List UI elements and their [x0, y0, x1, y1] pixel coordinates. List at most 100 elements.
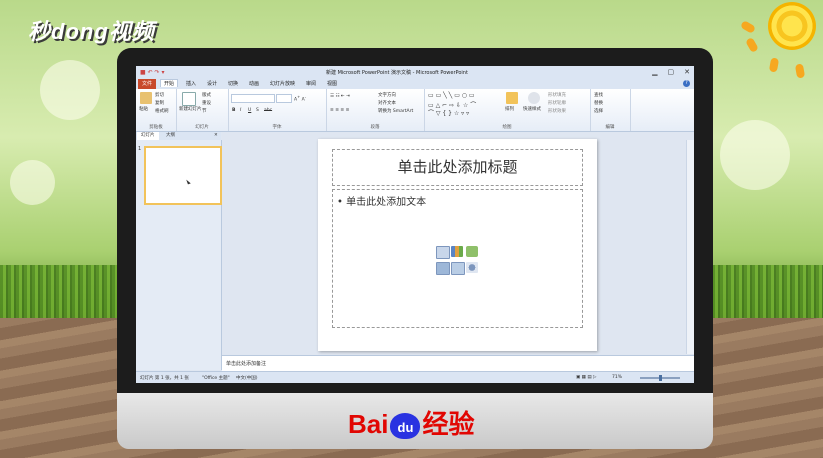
title-placeholder[interactable]: 单击此处添加标题	[332, 149, 583, 186]
shape-fill-button[interactable]: 形状填充	[548, 92, 566, 98]
layout-button[interactable]: 版式	[202, 92, 211, 98]
vertical-scrollbar[interactable]	[686, 140, 694, 354]
group-label: 段落	[370, 125, 380, 130]
help-icon[interactable]: ?	[683, 80, 690, 87]
minimize-button[interactable]: ▁	[652, 68, 657, 76]
status-bar: 幻灯片 第 1 张，共 1 张 "Office 主题" 中文(中国) ▣ ▦ ▤…	[136, 371, 694, 383]
group-label: 绘图	[502, 125, 512, 130]
select-button[interactable]: 选择	[594, 108, 603, 114]
tab-animations[interactable]: 动画	[249, 80, 259, 87]
baidu-logo-jingyan: 经验	[422, 409, 475, 439]
slide-editor: 单击此处添加标题 • 单击此处添加文本	[222, 132, 694, 355]
insert-clipart-icon[interactable]	[451, 262, 465, 275]
watermark-logo: 秒dong视频	[28, 19, 155, 44]
shape-outline-button[interactable]: 形状轮廓	[548, 100, 566, 106]
sun-ray	[745, 36, 759, 54]
view-buttons[interactable]: ▣ ▦ ▤ ▷	[576, 375, 597, 380]
shapes-gallery[interactable]: ▭ ▭ ╲ ╲ ▭ ○ ▭	[428, 92, 475, 99]
body-placeholder-text: • 单击此处添加文本	[337, 197, 427, 208]
italic-button[interactable]: I	[240, 108, 241, 113]
maximize-button[interactable]: ▢	[668, 68, 675, 76]
copy-button[interactable]: 复制	[155, 100, 164, 106]
slides-pane: 1	[136, 140, 222, 370]
tab-home[interactable]: 开始	[160, 79, 179, 87]
tab-insert[interactable]: 插入	[186, 80, 196, 87]
tab-slides-pane[interactable]: 幻灯片	[137, 132, 159, 140]
close-pane-icon[interactable]: ✕	[214, 133, 218, 138]
strikethrough-button[interactable]: abc	[264, 108, 272, 113]
quick-access-toolbar[interactable]: ■ ↶ ↷ ▾	[140, 69, 164, 76]
font-name-select[interactable]	[231, 94, 275, 103]
sun-icon	[768, 2, 816, 50]
zoom-slider-handle[interactable]	[659, 375, 662, 381]
close-button[interactable]: ✕	[684, 68, 690, 76]
tab-transitions[interactable]: 切换	[228, 80, 238, 87]
notes-placeholder: 单击此处添加备注	[226, 361, 267, 367]
cut-button[interactable]: 剪切	[155, 92, 164, 98]
notes-pane[interactable]: 单击此处添加备注	[222, 355, 694, 372]
quick-styles-button[interactable]: 快速样式	[523, 106, 541, 112]
bold-button[interactable]: B	[232, 108, 235, 113]
background-bokeh	[720, 120, 790, 190]
shape-effects-button[interactable]: 形状效果	[548, 108, 566, 114]
group-label: 字体	[272, 125, 282, 130]
insert-smartart-icon[interactable]	[466, 246, 478, 257]
zoom-level[interactable]: 71%	[612, 375, 622, 380]
bullets-button[interactable]: ☰ ☷ ⇤ ⇥	[330, 94, 350, 99]
group-label: 编辑	[605, 125, 615, 130]
group-slides: 新建幻灯片 版式 重设 节 幻灯片	[176, 89, 229, 131]
language-status: 中文(中国)	[236, 376, 258, 381]
tab-slideshow[interactable]: 幻灯片放映	[270, 80, 295, 87]
tab-outline-pane[interactable]: 大纲	[162, 132, 179, 140]
arrange-icon	[506, 92, 518, 104]
insert-picture-icon[interactable]	[436, 262, 450, 275]
insert-table-icon[interactable]	[436, 246, 450, 259]
smartart-button[interactable]: 转换为 SmartArt	[378, 108, 413, 114]
shapes-gallery-row3[interactable]: ⌒ ▽ { } ☆ ▿ ▿	[428, 108, 469, 117]
group-drawing: ▭ ▭ ╲ ╲ ▭ ○ ▭ ▭ △ ⌐ ⇨ ⇩ ☆ ⌒ ⌒ ▽ { } ☆ ▿ …	[424, 89, 591, 131]
pane-tabs: 幻灯片 大纲 ✕	[136, 132, 221, 140]
powerpoint-window: ■ ↶ ↷ ▾ 新建 Microsoft PowerPoint 演示文稿 - M…	[136, 66, 694, 383]
tab-design[interactable]: 设计	[207, 80, 217, 87]
theme-status: "Office 主题"	[202, 376, 230, 381]
ribbon-tabs: 开始 插入 设计 切换 动画 幻灯片放映 审阅 视图	[136, 79, 694, 89]
insert-media-icon[interactable]	[466, 262, 478, 273]
format-painter-button[interactable]: 格式刷	[155, 108, 169, 114]
insert-chart-icon[interactable]	[451, 246, 463, 257]
arrange-button[interactable]: 排列	[505, 106, 514, 112]
shadow-button[interactable]: S	[256, 108, 259, 113]
tab-file[interactable]: 文件	[138, 79, 156, 89]
paste-button[interactable]: 粘贴	[139, 106, 148, 112]
tab-review[interactable]: 审阅	[306, 80, 316, 87]
mouse-cursor-icon	[186, 178, 191, 185]
ribbon: 粘贴 剪切 复制 格式刷 剪贴板 新建幻灯片 版式 重设 节 幻灯片 A+ A-…	[136, 89, 694, 132]
group-paragraph: ☰ ☷ ⇤ ⇥ ≡ ≡ ≡ ≡ 文字方向 对齐文本 转换为 SmartArt 段…	[326, 89, 425, 131]
paw-icon: du	[390, 413, 421, 440]
group-clipboard: 粘贴 剪切 复制 格式刷 剪贴板	[136, 89, 177, 131]
replace-button[interactable]: 替换	[594, 100, 603, 106]
align-text-button[interactable]: 对齐文本	[378, 100, 396, 106]
new-slide-button[interactable]: 新建幻灯片	[179, 106, 202, 112]
tab-view[interactable]: 视图	[327, 80, 337, 87]
sun-ray	[794, 63, 806, 79]
background-bokeh	[10, 160, 55, 205]
content-placeholder[interactable]: • 单击此处添加文本	[332, 189, 583, 328]
font-size-select[interactable]	[276, 94, 292, 103]
window-title: 新建 Microsoft PowerPoint 演示文稿 - Microsoft…	[326, 70, 468, 76]
underline-button[interactable]: U	[248, 108, 251, 113]
slide-thumbnail[interactable]	[144, 146, 222, 205]
slide-canvas[interactable]: 单击此处添加标题 • 单击此处添加文本	[318, 139, 597, 351]
find-button[interactable]: 查找	[594, 92, 603, 98]
slide-number: 1	[138, 146, 142, 152]
reset-button[interactable]: 重设	[202, 100, 211, 106]
baidu-jingyan-logo: Bai du 经验	[348, 404, 474, 441]
slide-count-status: 幻灯片 第 1 张，共 1 张	[140, 376, 189, 381]
content-insert-icons	[436, 246, 480, 275]
section-button[interactable]: 节	[202, 108, 207, 114]
baidu-logo-bai: Bai	[348, 409, 389, 439]
text-direction-button[interactable]: 文字方向	[378, 92, 396, 98]
grow-font-button[interactable]: A+ A-	[294, 95, 306, 103]
align-buttons[interactable]: ≡ ≡ ≡ ≡	[330, 108, 349, 113]
paste-icon	[140, 92, 152, 104]
group-editing: 查找 替换 选择 编辑	[590, 89, 631, 131]
